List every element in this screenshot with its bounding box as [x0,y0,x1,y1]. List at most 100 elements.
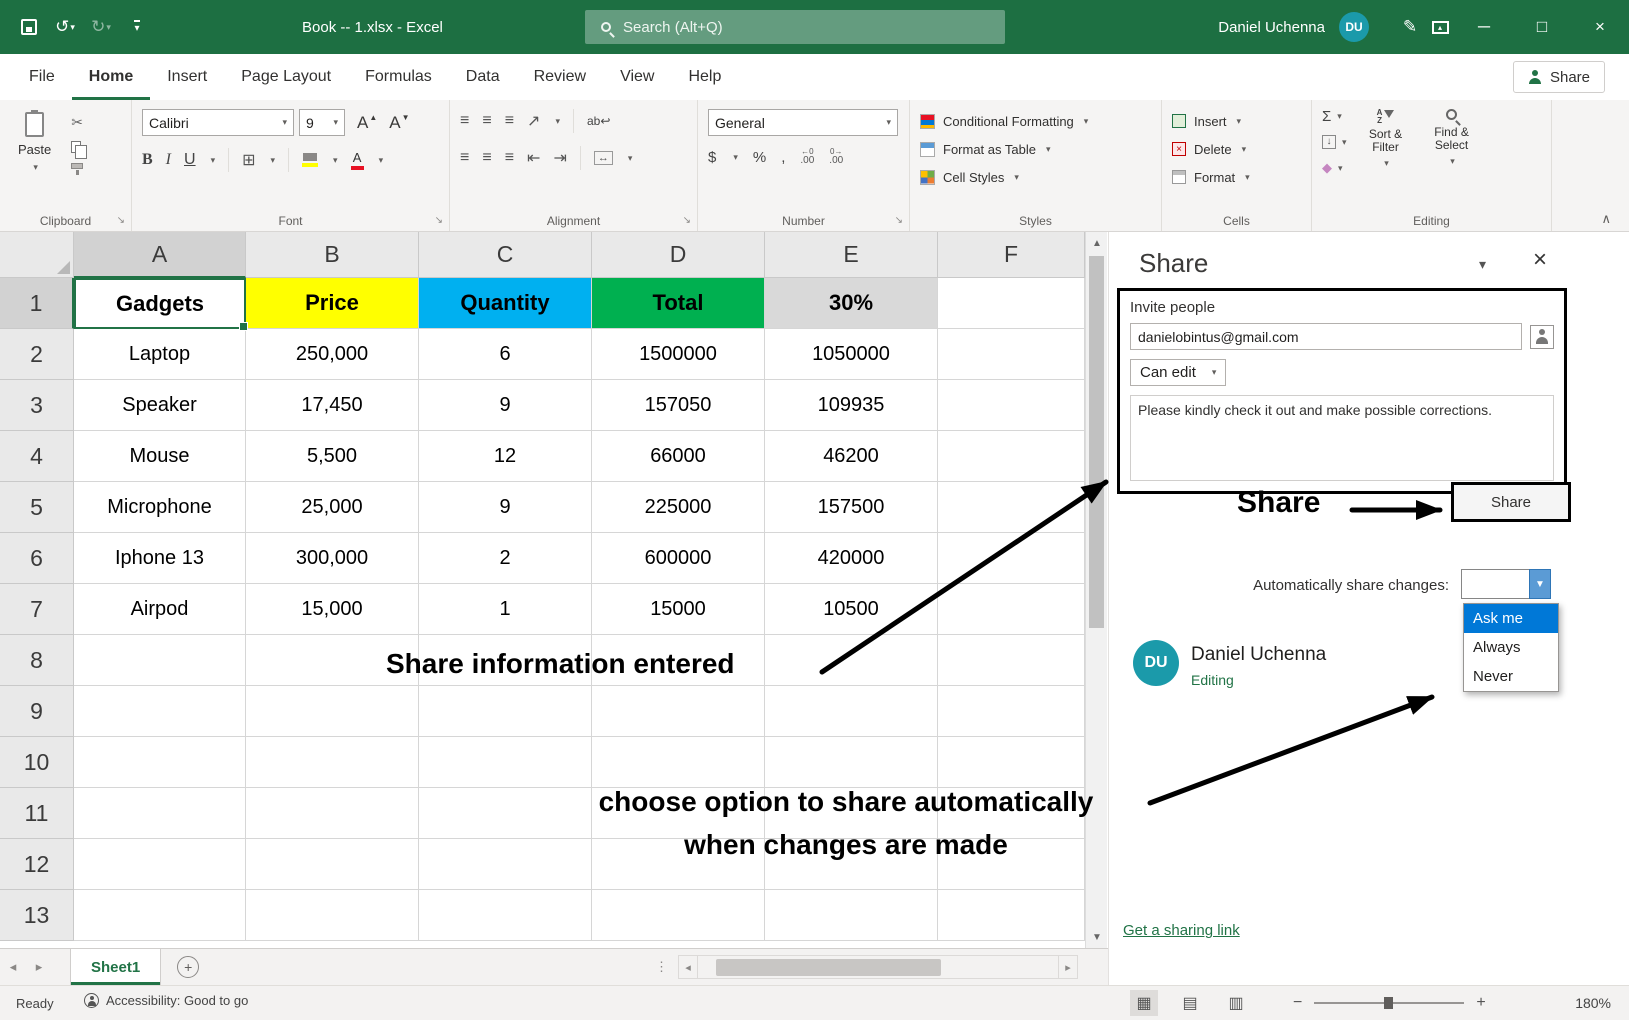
scroll-down-icon[interactable]: ▼ [1086,926,1108,948]
clipboard-dialog-launcher[interactable]: ↘ [117,215,125,226]
dropdown-option-always[interactable]: Always [1464,633,1558,662]
percent-format-button[interactable]: % [753,149,766,166]
get-sharing-link[interactable]: Get a sharing link [1123,922,1240,939]
cell-B13[interactable] [246,890,419,941]
cell-D9[interactable] [592,686,765,737]
vertical-scroll-thumb[interactable] [1089,256,1104,628]
zoom-slider-thumb[interactable] [1384,997,1393,1009]
delete-cells-button[interactable]: × Delete▾ [1172,135,1301,163]
collapse-ribbon-button[interactable]: ∧ [1601,211,1611,227]
undo-button[interactable]: ↺▾ [50,11,80,43]
page-layout-view-button[interactable]: ▤ [1176,990,1204,1016]
cell-F7[interactable] [938,584,1085,635]
new-sheet-button[interactable]: + [177,956,199,978]
cell-E2[interactable]: 1050000 [765,329,938,380]
row-header-13[interactable]: 13 [0,890,74,941]
cell-F6[interactable] [938,533,1085,584]
cell-D1[interactable]: Total [592,278,765,329]
cell-E7[interactable]: 10500 [765,584,938,635]
inking-pen-icon[interactable]: ✎ [1395,11,1425,43]
increase-decimal-button[interactable]: ←0.00 [800,148,814,166]
cell-A3[interactable]: Speaker [74,380,246,431]
cell-B6[interactable]: 300,000 [246,533,419,584]
cell-B1[interactable]: Price [246,278,419,329]
column-header-D[interactable]: D [592,232,765,278]
cell-E4[interactable]: 46200 [765,431,938,482]
column-header-A[interactable]: A [74,232,246,278]
horizontal-scrollbar[interactable]: ◂ ▸ [678,955,1078,979]
cell-D5[interactable]: 225000 [592,482,765,533]
customize-toolbar-button[interactable]: ▾ [122,11,152,43]
cell-E6[interactable]: 420000 [765,533,938,584]
column-header-B[interactable]: B [246,232,419,278]
conditional-formatting-button[interactable]: Conditional Formatting▾ [920,107,1151,135]
zoom-slider[interactable] [1314,1002,1464,1004]
cell-A2[interactable]: Laptop [74,329,246,380]
italic-button[interactable]: I [166,151,171,169]
address-book-icon[interactable] [1530,325,1554,349]
borders-button[interactable]: ⊞ [242,150,255,170]
decrease-decimal-button[interactable]: 0→.00 [829,148,843,166]
cell-F3[interactable] [938,380,1085,431]
clear-button[interactable]: ◆▾ [1322,159,1347,177]
font-dialog-launcher[interactable]: ↘ [435,215,443,226]
underline-button[interactable]: U [184,151,196,169]
cell-A5[interactable]: Microphone [74,482,246,533]
row-header-1[interactable]: 1 [0,278,74,329]
copy-button[interactable] [71,141,81,153]
number-dialog-launcher[interactable]: ↘ [895,215,903,226]
cell-F8[interactable] [938,635,1085,686]
decrease-font-size-button[interactable]: A▼ [389,113,409,133]
cut-button[interactable]: ✂ [71,114,83,131]
cell-E5[interactable]: 157500 [765,482,938,533]
cell-D3[interactable]: 157050 [592,380,765,431]
cell-A7[interactable]: Airpod [74,584,246,635]
cell-C4[interactable]: 12 [419,431,592,482]
cell-A4[interactable]: Mouse [74,431,246,482]
insert-cells-button[interactable]: Insert▾ [1172,107,1301,135]
menu-tab-help[interactable]: Help [671,54,738,100]
row-header-5[interactable]: 5 [0,482,74,533]
dropdown-option-never[interactable]: Never [1464,662,1558,691]
cell-D4[interactable]: 66000 [592,431,765,482]
top-align-button[interactable]: ≡ [460,112,469,130]
page-break-view-button[interactable]: ▥ [1222,990,1250,1016]
cell-D7[interactable]: 15000 [592,584,765,635]
ribbon-display-options-button[interactable]: ▴ [1425,11,1455,43]
cell-C1[interactable]: Quantity [419,278,592,329]
user-avatar[interactable]: DU [1339,12,1369,42]
merge-center-button[interactable]: ↔ [594,151,613,165]
decrease-indent-button[interactable]: ⇤ [527,148,540,168]
user-name[interactable]: Daniel Uchenna [1218,19,1325,36]
wrap-text-button[interactable]: ab↩ [587,114,610,128]
select-all-corner[interactable] [0,232,74,278]
pane-close-icon[interactable]: × [1533,246,1547,274]
middle-align-button[interactable]: ≡ [482,112,491,130]
cell-A6[interactable]: Iphone 13 [74,533,246,584]
cell-A1[interactable]: Gadgets [74,278,246,329]
cell-A10[interactable] [74,737,246,788]
align-right-button[interactable]: ≡ [505,149,514,167]
autosum-button[interactable]: Σ▾ [1322,107,1347,125]
normal-view-button[interactable]: ▦ [1130,990,1158,1016]
zoom-level[interactable]: 180% [1575,995,1611,1011]
number-format-select[interactable]: General▾ [708,109,898,136]
row-header-8[interactable]: 8 [0,635,74,686]
fill-button[interactable]: ↓▾ [1322,133,1347,151]
pane-options-chevron-icon[interactable]: ▾ [1479,256,1486,273]
cell-B7[interactable]: 15,000 [246,584,419,635]
dropdown-arrow-icon[interactable]: ▼ [1529,569,1551,599]
cell-A13[interactable] [74,890,246,941]
cell-F9[interactable] [938,686,1085,737]
cell-E13[interactable] [765,890,938,941]
format-painter-button[interactable] [71,163,83,169]
cell-B11[interactable] [246,788,419,839]
cell-F13[interactable] [938,890,1085,941]
column-header-C[interactable]: C [419,232,592,278]
cell-F1[interactable] [938,278,1085,329]
cell-A11[interactable] [74,788,246,839]
sheet-nav-right-icon[interactable]: ▸ [26,959,52,975]
sheet-tab-sheet1[interactable]: Sheet1 [70,949,161,985]
search-box[interactable]: Search (Alt+Q) [585,10,1005,44]
cell-A9[interactable] [74,686,246,737]
